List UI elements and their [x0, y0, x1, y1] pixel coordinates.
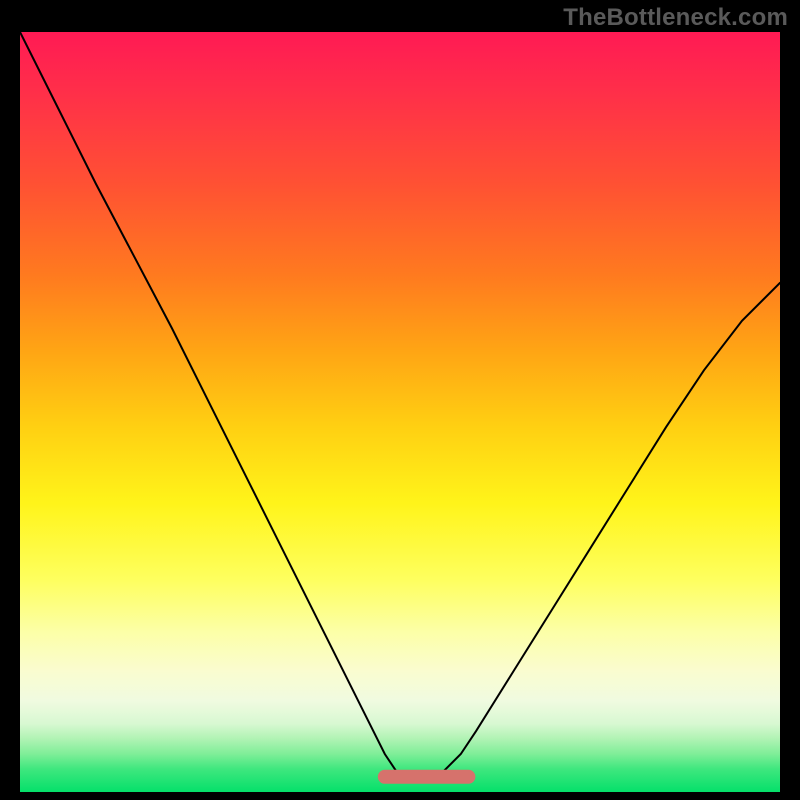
heat-gradient-background — [20, 32, 780, 792]
watermark-text: TheBottleneck.com — [563, 4, 788, 32]
chart-container: TheBottleneck.com — [0, 0, 800, 800]
plot-area — [20, 32, 780, 792]
